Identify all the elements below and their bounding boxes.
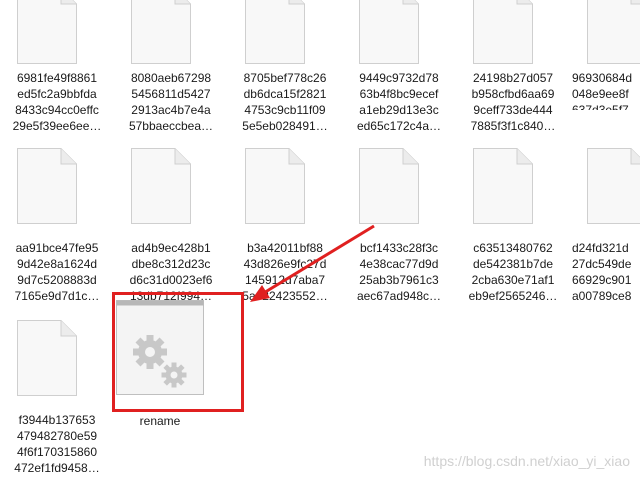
arrow-icon	[250, 224, 375, 302]
watermark: https://blog.csdn.net/xiao_yi_xiao	[423, 453, 630, 469]
